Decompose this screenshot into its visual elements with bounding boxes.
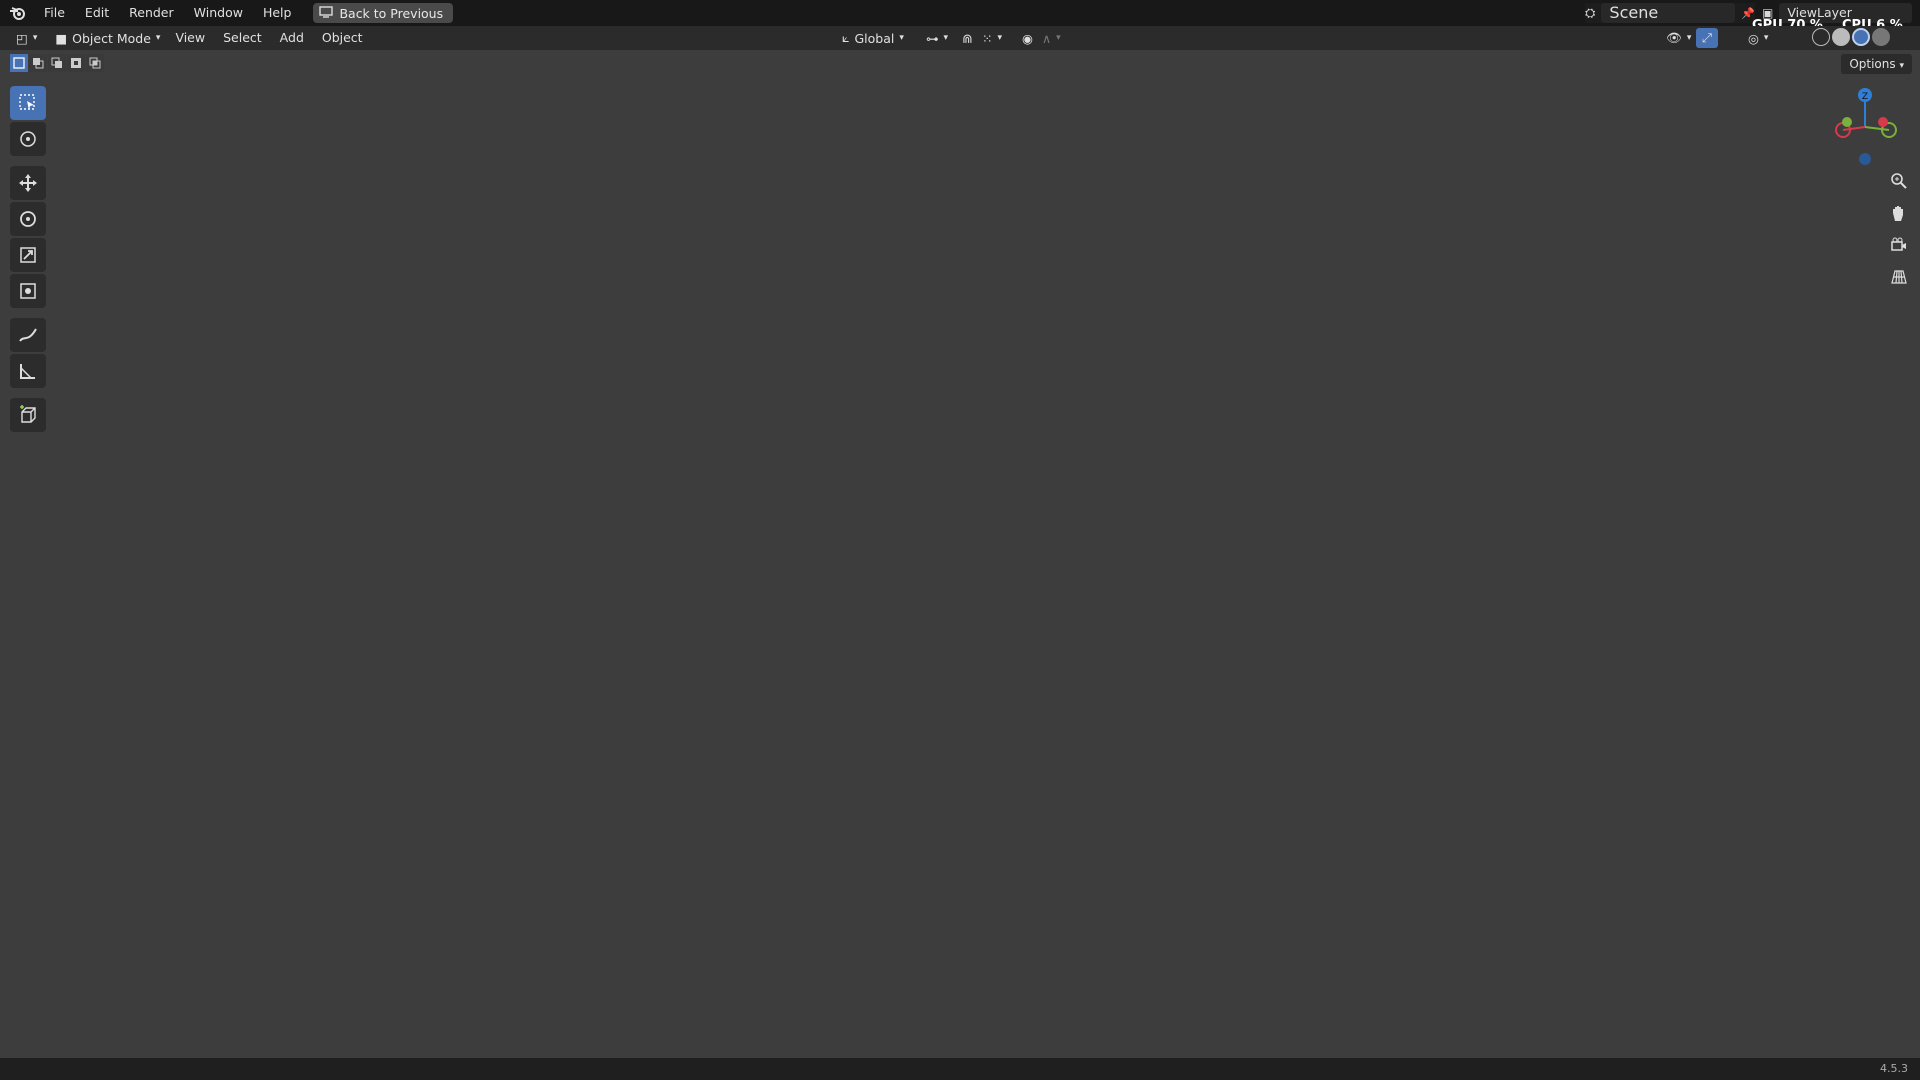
viewport-header: ◰ ▾ ■ Object Mode ▾ View Select Add Objec… <box>0 26 1920 50</box>
mode-dropdown[interactable]: ■ Object Mode ▾ <box>49 28 166 48</box>
chevron-down-icon: ▾ <box>899 33 904 43</box>
select-intersect-icon[interactable] <box>86 54 104 72</box>
pan-hand-icon[interactable] <box>1886 200 1912 226</box>
magnet-icon: ⋒ <box>962 30 973 46</box>
select-invert-icon[interactable] <box>67 54 85 72</box>
menu-edit[interactable]: Edit <box>75 0 119 26</box>
side-fan-2 <box>1564 406 1626 627</box>
menu-file[interactable]: File <box>34 0 75 26</box>
z-axis-label: Z <box>1862 92 1868 102</box>
side-fan-1 <box>1499 418 1579 682</box>
scene-selector[interactable]: ⛭ Scene 📌 <box>1585 3 1755 23</box>
zoom-icon[interactable] <box>1886 168 1912 194</box>
navigation-tools <box>1886 168 1912 290</box>
falloff-dropdown[interactable]: ∧ ▾ <box>1036 28 1067 48</box>
wireframe-shading-icon[interactable] <box>1812 28 1830 46</box>
menu-window[interactable]: Window <box>184 0 253 26</box>
move-tool[interactable] <box>10 166 46 200</box>
perspective-grid-icon[interactable] <box>1886 264 1912 290</box>
menu-render[interactable]: Render <box>119 0 184 26</box>
side-fan-3 <box>1611 398 1656 582</box>
select-subtract-icon[interactable] <box>48 54 66 72</box>
back-to-previous-label: Back to Previous <box>339 5 444 21</box>
gizmo-toggle[interactable]: ⤢ <box>1696 28 1719 48</box>
visibility-dropdown[interactable]: 👁 ▾ <box>1660 28 1697 48</box>
back-to-previous-button[interactable]: Back to Previous <box>313 3 454 23</box>
selection-mode-group <box>10 54 104 72</box>
options-label: Options <box>1849 57 1896 71</box>
orientation-label: Global <box>854 30 895 46</box>
front-fan-1 <box>210 416 374 670</box>
select-box-tool[interactable] <box>10 86 46 120</box>
falloff-icon: ∧ <box>1042 30 1052 46</box>
mode-label: Object Mode <box>72 30 151 46</box>
screen-icon <box>319 5 334 21</box>
overlay-icon: ◎ <box>1748 30 1759 46</box>
select-extend-icon[interactable] <box>29 54 47 72</box>
status-bar: 4.5.3 <box>0 1058 1920 1080</box>
camera-view-icon[interactable] <box>1886 232 1912 258</box>
pivot-icon: ⊶ <box>926 30 939 46</box>
transform-tool[interactable] <box>10 274 46 308</box>
navigation-gizmo[interactable]: Z <box>1825 82 1905 172</box>
solid-shading-icon[interactable] <box>1832 28 1850 46</box>
scene-icon: ⛭ <box>1585 5 1596 21</box>
menu-add[interactable]: Add <box>271 26 313 50</box>
proportional-icon: ◉ <box>1022 30 1033 46</box>
cursor-tool[interactable] <box>10 122 46 156</box>
options-dropdown[interactable]: Options ▾ <box>1841 54 1912 74</box>
menu-object[interactable]: Object <box>313 26 372 50</box>
orientation-icon: ⟀ <box>842 30 850 45</box>
rotate-tool[interactable] <box>10 202 46 236</box>
overlay-toggle[interactable]: ◎ ▾ <box>1742 28 1774 48</box>
select-new-icon[interactable] <box>10 54 28 72</box>
snap-grid-icon: ⁙ <box>982 30 993 46</box>
transform-orientation-dropdown[interactable]: ⟀ Global ▾ <box>836 28 910 48</box>
gizmo-icon: ⤢ <box>1702 30 1713 45</box>
rendered-shading-icon[interactable] <box>1872 28 1890 46</box>
tool-settings-bar: Options ▾ <box>0 50 1920 78</box>
shading-modes <box>1812 28 1890 46</box>
3d-view-icon: ◰ <box>16 30 28 46</box>
measure-tool[interactable] <box>10 354 46 388</box>
menu-select[interactable]: Select <box>214 26 271 50</box>
front-fan-2 <box>356 423 548 702</box>
chevron-down-icon: ▾ <box>155 33 161 43</box>
object-mode-icon: ■ <box>55 30 68 46</box>
scale-tool[interactable] <box>10 238 46 272</box>
menu-view[interactable]: View <box>166 26 214 50</box>
annotate-tool[interactable] <box>10 318 46 352</box>
eye-icon: 👁 <box>1666 30 1682 45</box>
editor-type-dropdown[interactable]: ◰ ▾ <box>10 28 43 48</box>
front-fan-4 <box>768 448 1112 862</box>
pivot-point-dropdown[interactable]: ⊶ ▾ <box>920 28 954 48</box>
left-toolbar <box>10 86 46 432</box>
viewport-3d[interactable] <box>0 0 1920 1080</box>
snap-target-dropdown[interactable]: ⁙ ▾ <box>976 28 1008 48</box>
front-fan-3 <box>533 433 786 780</box>
material-shading-icon[interactable] <box>1852 28 1870 46</box>
blender-logo-icon[interactable] <box>0 0 34 26</box>
version-label: 4.5.3 <box>1880 1062 1908 1075</box>
scene-name-field[interactable]: Scene <box>1601 3 1736 23</box>
add-cube-tool[interactable] <box>10 398 46 432</box>
menu-help[interactable]: Help <box>253 0 302 26</box>
